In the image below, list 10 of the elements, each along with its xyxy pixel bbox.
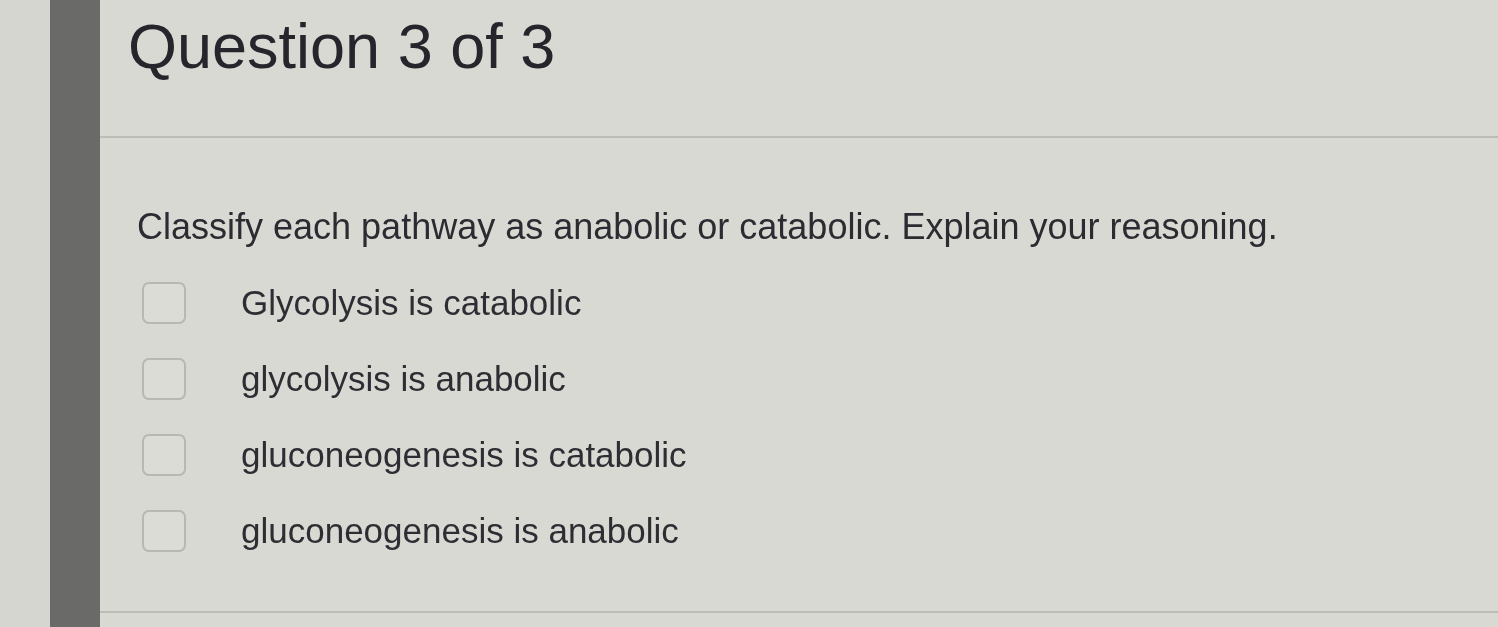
question-title: Question 3 of 3	[128, 10, 556, 82]
checkbox[interactable]	[142, 434, 186, 476]
option-label: gluconeogenesis is catabolic	[241, 435, 687, 475]
question-prompt: Classify each pathway as anabolic or catabolic. Explain your reasoning.	[137, 205, 1278, 249]
option-label: glycolysis is anabolic	[241, 359, 566, 399]
checkbox[interactable]	[142, 282, 186, 324]
checkbox[interactable]	[142, 358, 186, 400]
option-label: gluconeogenesis is anabolic	[241, 511, 679, 551]
checkbox[interactable]	[142, 510, 186, 552]
option-label: Glycolysis is catabolic	[241, 283, 582, 323]
